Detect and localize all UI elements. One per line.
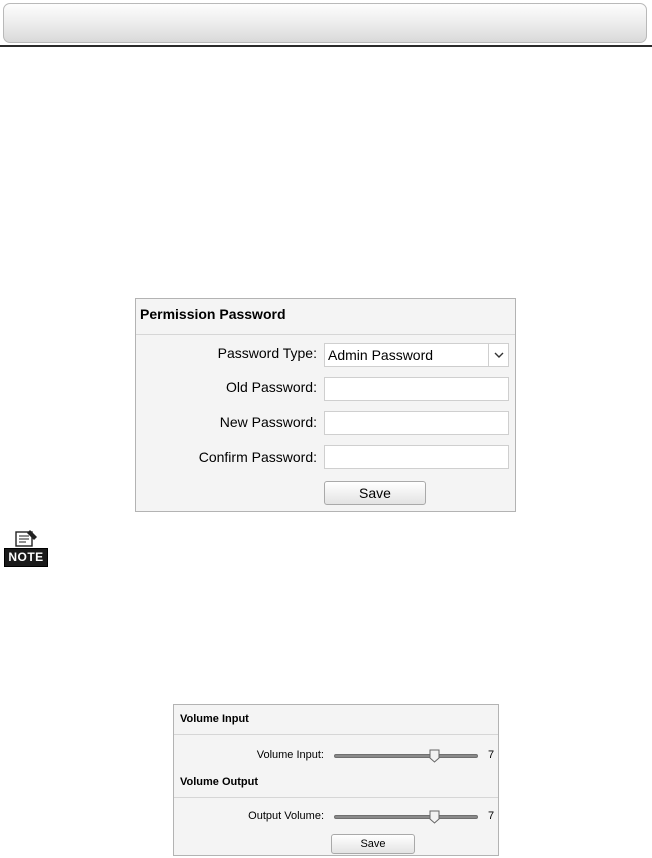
password-type-label: Password Type: [217, 345, 317, 361]
volume-input-slider-thumb[interactable] [429, 749, 440, 763]
old-password-field[interactable] [324, 377, 509, 401]
output-volume-label: Output Volume: [248, 810, 324, 822]
output-volume-value: 7 [488, 810, 495, 822]
output-volume-slider[interactable] [334, 810, 478, 824]
panel-title: Permission Password [140, 306, 286, 322]
note-icon: NOTE [4, 528, 48, 570]
chevron-down-icon[interactable] [488, 344, 508, 366]
header-divider [0, 45, 652, 47]
output-volume-slider-thumb[interactable] [429, 810, 440, 824]
page-header-bar [3, 3, 647, 43]
volume-input-label: Volume Input: [256, 749, 324, 761]
volume-input-divider [174, 734, 498, 735]
confirm-password-label: Confirm Password: [198, 449, 317, 465]
volume-input-section-title: Volume Input [180, 713, 249, 725]
volume-input-value: 7 [488, 749, 495, 761]
save-button[interactable]: Save [324, 481, 426, 505]
volume-output-section-title: Volume Output [180, 776, 259, 788]
volume-output-divider [174, 797, 498, 798]
volume-input-slider[interactable] [334, 749, 478, 763]
permission-password-panel: Permission Password Password Type: Admin… [135, 298, 516, 512]
confirm-password-field[interactable] [324, 445, 509, 469]
volume-save-button[interactable]: Save [331, 834, 415, 854]
panel-divider [136, 334, 515, 335]
password-type-select[interactable]: Admin Password [324, 343, 509, 367]
note-badge: NOTE [4, 548, 48, 567]
new-password-label: New Password: [219, 414, 317, 430]
old-password-label: Old Password: [225, 379, 317, 395]
new-password-field[interactable] [324, 411, 509, 435]
volume-panel: Volume Input Volume Input: 7 Volume Outp… [173, 704, 499, 856]
password-type-value: Admin Password [328, 347, 434, 363]
